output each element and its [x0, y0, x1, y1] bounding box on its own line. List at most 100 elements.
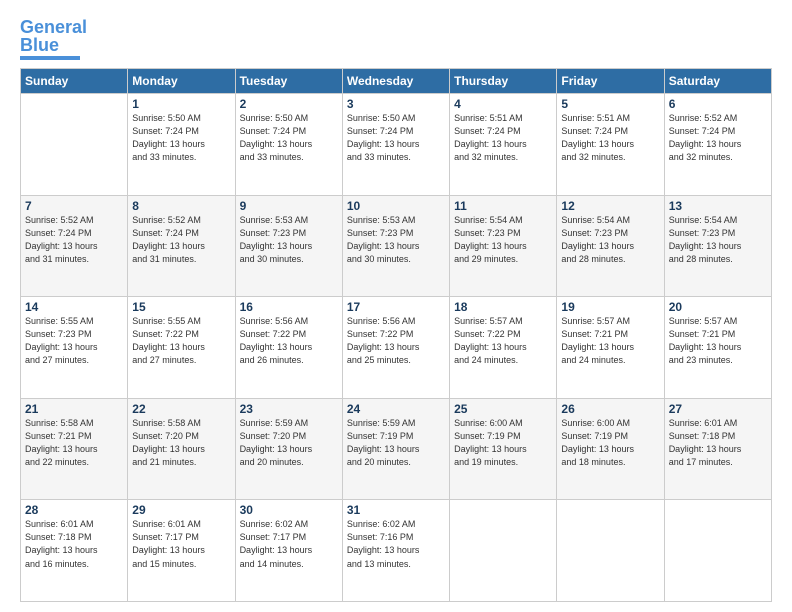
calendar-table: SundayMondayTuesdayWednesdayThursdayFrid…	[20, 68, 772, 602]
weekday-header-friday: Friday	[557, 69, 664, 94]
day-number: 13	[669, 199, 767, 213]
calendar-cell: 27Sunrise: 6:01 AM Sunset: 7:18 PM Dayli…	[664, 398, 771, 500]
day-number: 26	[561, 402, 659, 416]
weekday-header-monday: Monday	[128, 69, 235, 94]
day-info: Sunrise: 6:01 AM Sunset: 7:17 PM Dayligh…	[132, 518, 230, 570]
weekday-header-tuesday: Tuesday	[235, 69, 342, 94]
day-number: 28	[25, 503, 123, 517]
day-info: Sunrise: 6:02 AM Sunset: 7:16 PM Dayligh…	[347, 518, 445, 570]
calendar-cell: 14Sunrise: 5:55 AM Sunset: 7:23 PM Dayli…	[21, 297, 128, 399]
calendar-cell: 8Sunrise: 5:52 AM Sunset: 7:24 PM Daylig…	[128, 195, 235, 297]
calendar-cell: 4Sunrise: 5:51 AM Sunset: 7:24 PM Daylig…	[450, 94, 557, 196]
calendar-cell: 29Sunrise: 6:01 AM Sunset: 7:17 PM Dayli…	[128, 500, 235, 602]
day-number: 20	[669, 300, 767, 314]
calendar-cell: 15Sunrise: 5:55 AM Sunset: 7:22 PM Dayli…	[128, 297, 235, 399]
calendar-cell: 21Sunrise: 5:58 AM Sunset: 7:21 PM Dayli…	[21, 398, 128, 500]
calendar-cell: 16Sunrise: 5:56 AM Sunset: 7:22 PM Dayli…	[235, 297, 342, 399]
day-info: Sunrise: 6:00 AM Sunset: 7:19 PM Dayligh…	[561, 417, 659, 469]
calendar-cell: 7Sunrise: 5:52 AM Sunset: 7:24 PM Daylig…	[21, 195, 128, 297]
calendar-cell: 25Sunrise: 6:00 AM Sunset: 7:19 PM Dayli…	[450, 398, 557, 500]
day-number: 27	[669, 402, 767, 416]
day-info: Sunrise: 5:54 AM Sunset: 7:23 PM Dayligh…	[454, 214, 552, 266]
day-number: 21	[25, 402, 123, 416]
day-info: Sunrise: 5:59 AM Sunset: 7:19 PM Dayligh…	[347, 417, 445, 469]
day-info: Sunrise: 6:01 AM Sunset: 7:18 PM Dayligh…	[669, 417, 767, 469]
day-number: 25	[454, 402, 552, 416]
day-info: Sunrise: 6:02 AM Sunset: 7:17 PM Dayligh…	[240, 518, 338, 570]
day-number: 17	[347, 300, 445, 314]
day-number: 31	[347, 503, 445, 517]
day-info: Sunrise: 5:52 AM Sunset: 7:24 PM Dayligh…	[25, 214, 123, 266]
day-number: 18	[454, 300, 552, 314]
day-info: Sunrise: 5:55 AM Sunset: 7:23 PM Dayligh…	[25, 315, 123, 367]
day-info: Sunrise: 5:50 AM Sunset: 7:24 PM Dayligh…	[347, 112, 445, 164]
header: General Blue	[20, 18, 772, 60]
logo-general: General	[20, 17, 87, 37]
day-info: Sunrise: 5:53 AM Sunset: 7:23 PM Dayligh…	[240, 214, 338, 266]
day-info: Sunrise: 5:57 AM Sunset: 7:21 PM Dayligh…	[561, 315, 659, 367]
day-number: 19	[561, 300, 659, 314]
day-info: Sunrise: 5:51 AM Sunset: 7:24 PM Dayligh…	[454, 112, 552, 164]
logo: General Blue	[20, 18, 87, 60]
day-info: Sunrise: 6:00 AM Sunset: 7:19 PM Dayligh…	[454, 417, 552, 469]
day-number: 6	[669, 97, 767, 111]
day-number: 16	[240, 300, 338, 314]
calendar-cell: 6Sunrise: 5:52 AM Sunset: 7:24 PM Daylig…	[664, 94, 771, 196]
day-number: 3	[347, 97, 445, 111]
day-number: 4	[454, 97, 552, 111]
calendar-week-3: 14Sunrise: 5:55 AM Sunset: 7:23 PM Dayli…	[21, 297, 772, 399]
calendar-cell: 23Sunrise: 5:59 AM Sunset: 7:20 PM Dayli…	[235, 398, 342, 500]
calendar-cell: 1Sunrise: 5:50 AM Sunset: 7:24 PM Daylig…	[128, 94, 235, 196]
logo-bar	[20, 56, 80, 60]
day-number: 1	[132, 97, 230, 111]
calendar-cell: 28Sunrise: 6:01 AM Sunset: 7:18 PM Dayli…	[21, 500, 128, 602]
day-info: Sunrise: 5:56 AM Sunset: 7:22 PM Dayligh…	[240, 315, 338, 367]
day-info: Sunrise: 5:54 AM Sunset: 7:23 PM Dayligh…	[669, 214, 767, 266]
calendar-cell: 30Sunrise: 6:02 AM Sunset: 7:17 PM Dayli…	[235, 500, 342, 602]
day-info: Sunrise: 5:59 AM Sunset: 7:20 PM Dayligh…	[240, 417, 338, 469]
day-number: 10	[347, 199, 445, 213]
day-info: Sunrise: 5:52 AM Sunset: 7:24 PM Dayligh…	[669, 112, 767, 164]
calendar-cell	[557, 500, 664, 602]
calendar-cell: 9Sunrise: 5:53 AM Sunset: 7:23 PM Daylig…	[235, 195, 342, 297]
day-info: Sunrise: 5:55 AM Sunset: 7:22 PM Dayligh…	[132, 315, 230, 367]
day-info: Sunrise: 5:50 AM Sunset: 7:24 PM Dayligh…	[132, 112, 230, 164]
calendar-cell: 17Sunrise: 5:56 AM Sunset: 7:22 PM Dayli…	[342, 297, 449, 399]
weekday-header-sunday: Sunday	[21, 69, 128, 94]
calendar-cell: 5Sunrise: 5:51 AM Sunset: 7:24 PM Daylig…	[557, 94, 664, 196]
weekday-header-saturday: Saturday	[664, 69, 771, 94]
calendar-cell: 3Sunrise: 5:50 AM Sunset: 7:24 PM Daylig…	[342, 94, 449, 196]
calendar-cell: 26Sunrise: 6:00 AM Sunset: 7:19 PM Dayli…	[557, 398, 664, 500]
calendar-cell	[664, 500, 771, 602]
weekday-header-thursday: Thursday	[450, 69, 557, 94]
calendar-week-4: 21Sunrise: 5:58 AM Sunset: 7:21 PM Dayli…	[21, 398, 772, 500]
calendar-cell	[450, 500, 557, 602]
weekday-header-wednesday: Wednesday	[342, 69, 449, 94]
day-info: Sunrise: 5:51 AM Sunset: 7:24 PM Dayligh…	[561, 112, 659, 164]
calendar-cell: 11Sunrise: 5:54 AM Sunset: 7:23 PM Dayli…	[450, 195, 557, 297]
day-number: 9	[240, 199, 338, 213]
day-number: 14	[25, 300, 123, 314]
calendar-cell: 13Sunrise: 5:54 AM Sunset: 7:23 PM Dayli…	[664, 195, 771, 297]
day-info: Sunrise: 5:52 AM Sunset: 7:24 PM Dayligh…	[132, 214, 230, 266]
calendar-cell: 12Sunrise: 5:54 AM Sunset: 7:23 PM Dayli…	[557, 195, 664, 297]
logo-text: General Blue	[20, 18, 87, 54]
day-number: 11	[454, 199, 552, 213]
day-info: Sunrise: 5:58 AM Sunset: 7:20 PM Dayligh…	[132, 417, 230, 469]
day-number: 5	[561, 97, 659, 111]
day-number: 30	[240, 503, 338, 517]
day-info: Sunrise: 5:57 AM Sunset: 7:21 PM Dayligh…	[669, 315, 767, 367]
calendar-week-2: 7Sunrise: 5:52 AM Sunset: 7:24 PM Daylig…	[21, 195, 772, 297]
calendar-cell: 10Sunrise: 5:53 AM Sunset: 7:23 PM Dayli…	[342, 195, 449, 297]
page: General Blue SundayMondayTuesdayWednesda…	[0, 0, 792, 612]
day-info: Sunrise: 5:57 AM Sunset: 7:22 PM Dayligh…	[454, 315, 552, 367]
day-number: 24	[347, 402, 445, 416]
day-number: 15	[132, 300, 230, 314]
day-number: 22	[132, 402, 230, 416]
calendar-cell	[21, 94, 128, 196]
day-info: Sunrise: 5:50 AM Sunset: 7:24 PM Dayligh…	[240, 112, 338, 164]
calendar-cell: 20Sunrise: 5:57 AM Sunset: 7:21 PM Dayli…	[664, 297, 771, 399]
day-info: Sunrise: 5:53 AM Sunset: 7:23 PM Dayligh…	[347, 214, 445, 266]
calendar-cell: 24Sunrise: 5:59 AM Sunset: 7:19 PM Dayli…	[342, 398, 449, 500]
day-number: 23	[240, 402, 338, 416]
